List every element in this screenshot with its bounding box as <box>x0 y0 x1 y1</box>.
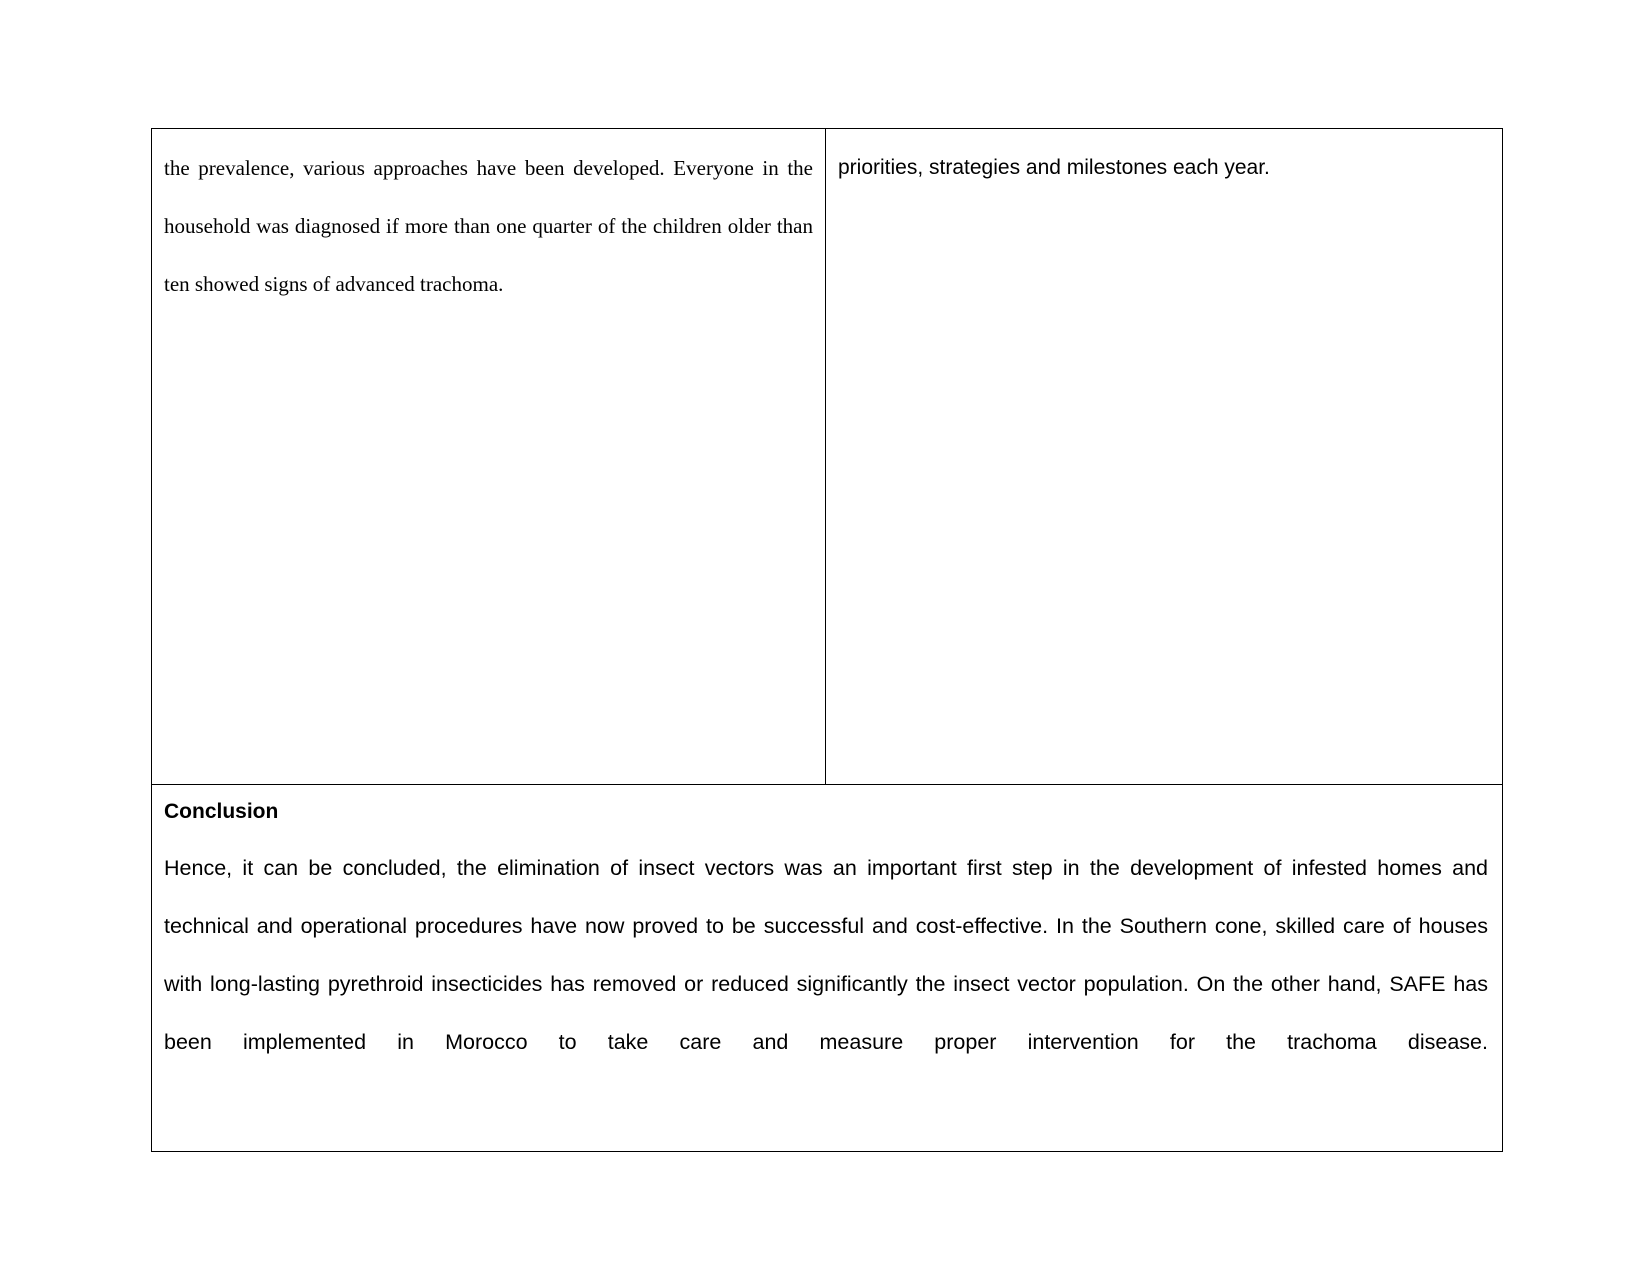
right-cell-content: priorities, strategies and milestones ea… <box>826 129 1502 207</box>
left-column-paragraph: the prevalence, various approaches have … <box>164 156 813 296</box>
table-row: the prevalence, various approaches have … <box>151 128 1503 785</box>
table-body: the prevalence, various approaches have … <box>151 128 1503 1152</box>
content-table: the prevalence, various approaches have … <box>151 128 1503 1152</box>
table-cell-conclusion: Conclusion Hence, it can be concluded, t… <box>151 784 1503 1152</box>
table-cell-left-column: the prevalence, various approaches have … <box>151 128 826 785</box>
right-column-paragraph: priorities, strategies and milestones ea… <box>838 156 1270 179</box>
conclusion-heading: Conclusion <box>164 800 279 823</box>
conclusion-section: Conclusion Hence, it can be concluded, t… <box>152 785 1502 1151</box>
table-row: Conclusion Hence, it can be concluded, t… <box>151 784 1503 1152</box>
document-page: the prevalence, various approaches have … <box>0 0 1651 1275</box>
conclusion-paragraph: Hence, it can be concluded, the eliminat… <box>164 856 1488 1054</box>
table-cell-right-column: priorities, strategies and milestones ea… <box>825 128 1503 785</box>
left-cell-content: the prevalence, various approaches have … <box>152 129 825 323</box>
